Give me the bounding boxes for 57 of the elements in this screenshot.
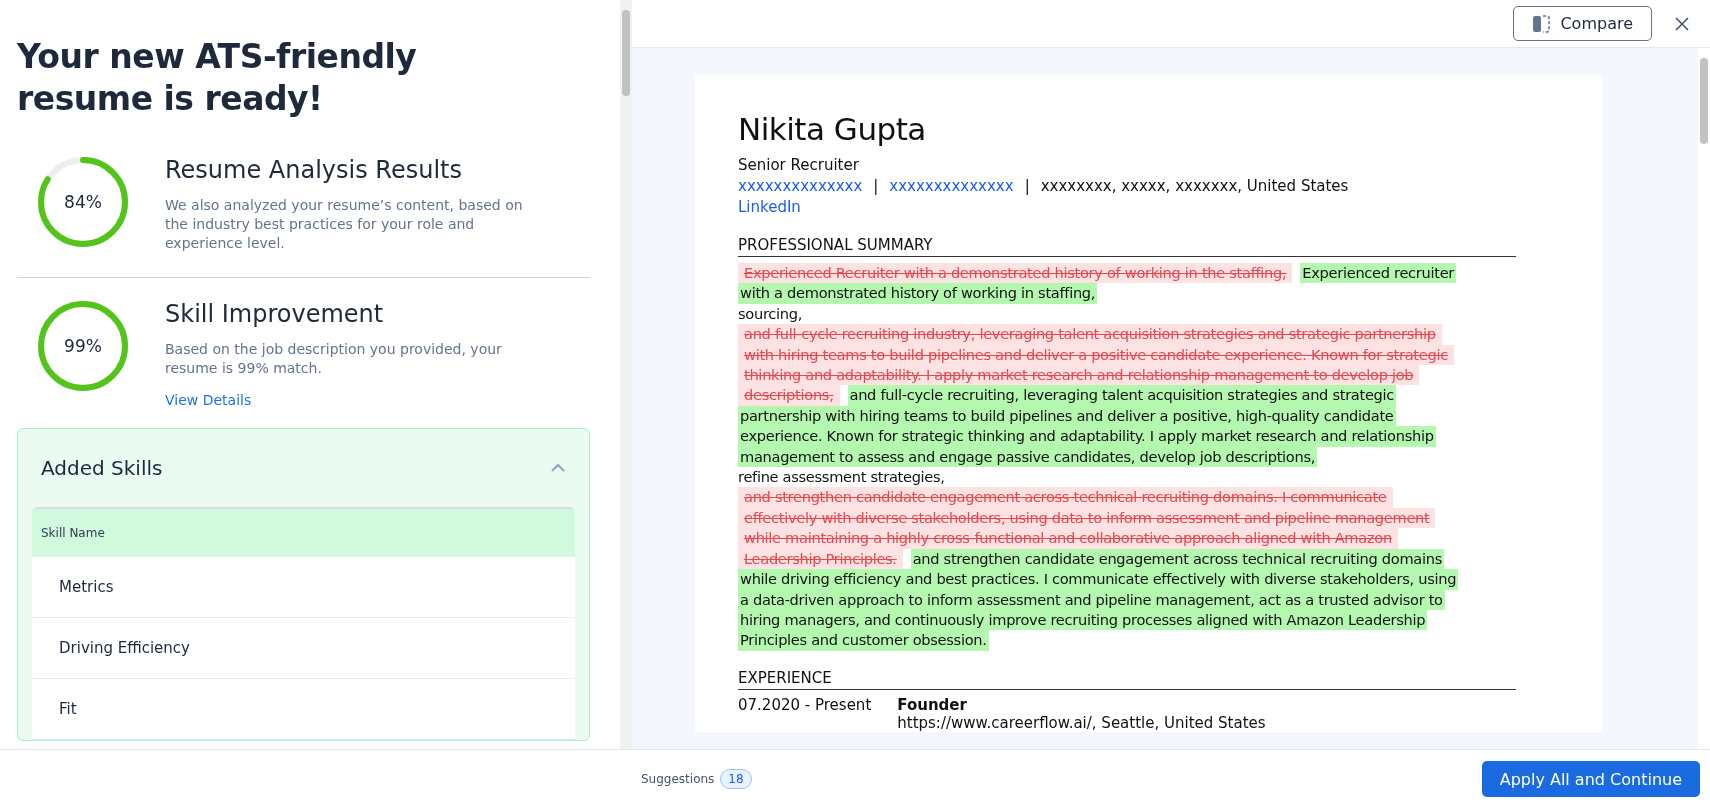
score-title: Skill Improvement — [165, 300, 385, 328]
score-description: We also analyzed your resume’s content, based on the industry best practices for your role and experience level. — [165, 196, 524, 253]
added-text: Experienced recruiter — [1300, 263, 1457, 284]
added-text: and strengthen candidate engagement across technical recruiting domains — [910, 548, 1444, 570]
scrollbar[interactable] — [1698, 48, 1710, 749]
deleted-text: while maintaining a highly cross-functional and collaborative approach aligned with Amazon — [738, 528, 1398, 549]
job-detail: https://www.careerflow.ai/, Seattle, United States — [897, 713, 1266, 732]
resume-name: Nikita Gupta — [738, 111, 927, 147]
close-icon[interactable] — [1674, 15, 1690, 32]
score-value: 84% — [64, 192, 102, 212]
contact-text: xxxxxxxx, xxxxx, xxxxxxx, United States — [1040, 176, 1349, 197]
deleted-text: and full-cycle recruiting industry, leveraging talent acquisition strategies and strategic partnership — [738, 324, 1442, 345]
added-text: partnership with hiring teams to build pipelines and deliver a positive, high-quality candidate — [738, 405, 1396, 427]
score-description: Based on the job description you provided, your resume is 99% match. — [165, 340, 503, 378]
added-text: and full-cycle recruiting, leveraging talent acquisition strategies and strategic — [847, 385, 1397, 406]
job-dates: 07.2020 - Present — [738, 695, 872, 716]
score-title: Resume Analysis Results — [165, 156, 464, 184]
score-value: 99% — [64, 336, 102, 356]
section-heading: PROFESSIONAL SUMMARY — [738, 236, 1516, 257]
table-cell: Driving Efficiency — [32, 618, 575, 679]
job-title: Founder — [897, 695, 968, 714]
section-heading: EXPERIENCE — [738, 668, 1516, 690]
deleted-text: with hiring teams to build pipelines and deliver a positive candidate experience. Known for strategic — [738, 344, 1454, 366]
summary-text: refine assessment strategies, — [738, 467, 945, 488]
linkedin-link[interactable]: LinkedIn — [738, 197, 801, 218]
contact-link[interactable]: xxxxxxxxxxxxxx — [889, 176, 1014, 197]
table-cell: Fit — [32, 679, 575, 740]
table-cell: Metrics — [32, 557, 575, 618]
summary-text: sourcing, — [738, 303, 802, 324]
resume-role: Senior Recruiter — [738, 155, 859, 176]
suggestions-label: Suggestions — [641, 772, 715, 786]
contact-text: | — [873, 176, 879, 197]
chevron-icon[interactable] — [550, 463, 566, 473]
page-title: Your new ATS-friendly resume is ready! — [17, 36, 418, 120]
column-header: Skill Name — [32, 509, 575, 557]
deleted-text: thinking and adaptability. I apply market research and relationship management to develop job — [738, 365, 1420, 386]
deleted-text: Leadership Principles. — [738, 548, 903, 570]
compare-button[interactable]: Compare — [1513, 6, 1652, 41]
apply-all-button[interactable]: Apply All and Continue — [1481, 761, 1700, 797]
deleted-text: and strengthen candidate engagement across technical recruiting domains. I communicate — [738, 487, 1393, 508]
added-text: experience. Known for strategic thinking and adaptability. I apply market research and relationship — [738, 426, 1436, 447]
suggestions-count: 18 — [720, 769, 752, 789]
added-text: a data-driven approach to inform assessment and pipeline management, act as a trusted advisor to — [738, 589, 1445, 610]
scrollbar[interactable] — [620, 0, 632, 749]
deleted-text: Experienced Recruiter with a demonstrated history of working in the staffing, — [738, 263, 1293, 284]
contact-text: | — [1024, 176, 1030, 197]
split-view-icon — [1532, 13, 1551, 34]
added-text: management to assess and engage passive candidates, develop job descriptions, — [738, 446, 1318, 468]
added-text: with a demonstrated history of working in staffing, — [738, 283, 1098, 304]
added-text: while driving efficiency and best practices. I communicate effectively with diverse stakeholders, using — [738, 569, 1459, 590]
deleted-text: descriptions, — [738, 385, 840, 406]
view-details-link[interactable]: View Details — [165, 392, 535, 408]
contact-link[interactable]: xxxxxxxxxxxxxx — [738, 176, 863, 197]
deleted-text: effectively with diverse stakeholders, using data to inform assessment and pipeline management — [738, 507, 1436, 529]
added-text: hiring managers, and continuously improve recruiting processes aligned with Amazon Leadership — [738, 609, 1428, 631]
added-text: Principles and customer obsession. — [738, 630, 989, 651]
card-title: Added Skills — [41, 456, 163, 480]
